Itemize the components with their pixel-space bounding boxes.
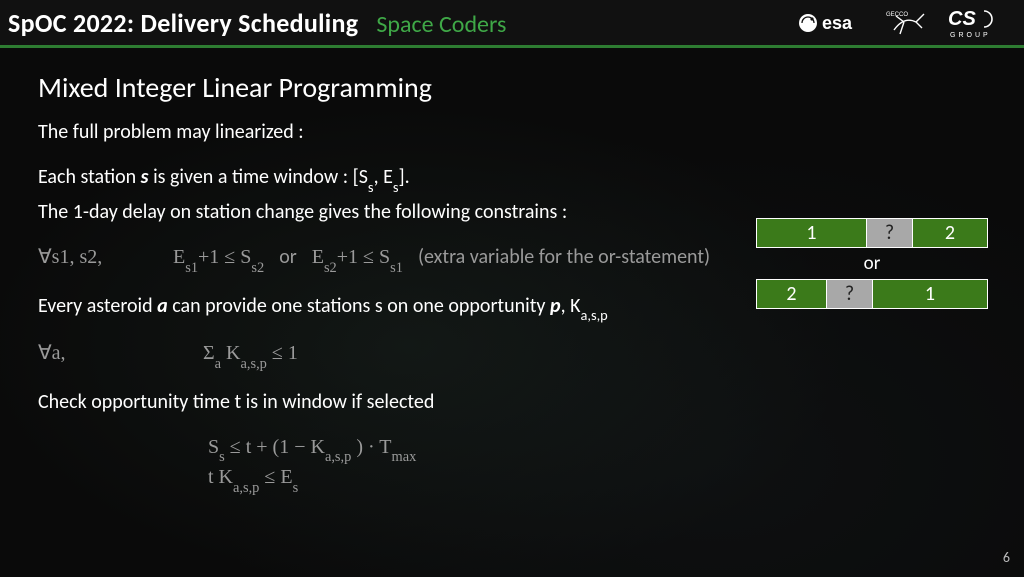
diagram-cell: ?: [827, 280, 873, 308]
cs-group-logo-icon: CS GROUP: [948, 7, 1010, 39]
constraint-2: ∀a, Σa Ka,s,p ≤ 1: [38, 340, 988, 370]
intro-line: The full problem may linearized :: [38, 119, 988, 146]
header-logos: esa GECCO CS GROUP: [798, 7, 1010, 39]
diagram-row-2: 2 ? 1: [756, 279, 988, 309]
svg-text:esa: esa: [822, 13, 853, 33]
equation-2: t Ka,s,p ≤ Es: [38, 464, 988, 494]
window-line: Each station s is given a time window : …: [38, 164, 988, 193]
diagram-row-1: 1 ? 2: [756, 218, 988, 248]
page-number: 6: [1003, 549, 1010, 566]
presentation-title: SpOC 2022: Delivery Scheduling: [8, 7, 358, 39]
svg-text:GROUP: GROUP: [950, 32, 991, 39]
diagram-cell: 1: [873, 280, 987, 308]
opportunity-line: Check opportunity time t is in window if…: [38, 389, 988, 416]
header-left: SpOC 2022: Delivery Scheduling Space Cod…: [8, 7, 506, 39]
schedule-diagram: 1 ? 2 or 2 ? 1: [756, 218, 988, 309]
equation-1: Ss ≤ t + (1 − Ka,s,p ) · Tmax: [38, 434, 988, 464]
esa-logo-icon: esa: [798, 11, 868, 35]
section-title: Mixed Integer Linear Programming: [38, 70, 988, 105]
slide-content: Mixed Integer Linear Programming The ful…: [0, 48, 1024, 574]
diagram-cell: 2: [757, 280, 827, 308]
diagram-cell: ?: [867, 219, 913, 247]
gecco-logo-icon: GECCO: [886, 8, 930, 38]
diagram-or-label: or: [756, 252, 988, 275]
slide-header: SpOC 2022: Delivery Scheduling Space Cod…: [0, 0, 1024, 48]
svg-text:CS: CS: [948, 8, 976, 30]
team-name: Space Coders: [376, 10, 506, 39]
diagram-cell: 1: [757, 219, 867, 247]
diagram-cell: 2: [913, 219, 987, 247]
